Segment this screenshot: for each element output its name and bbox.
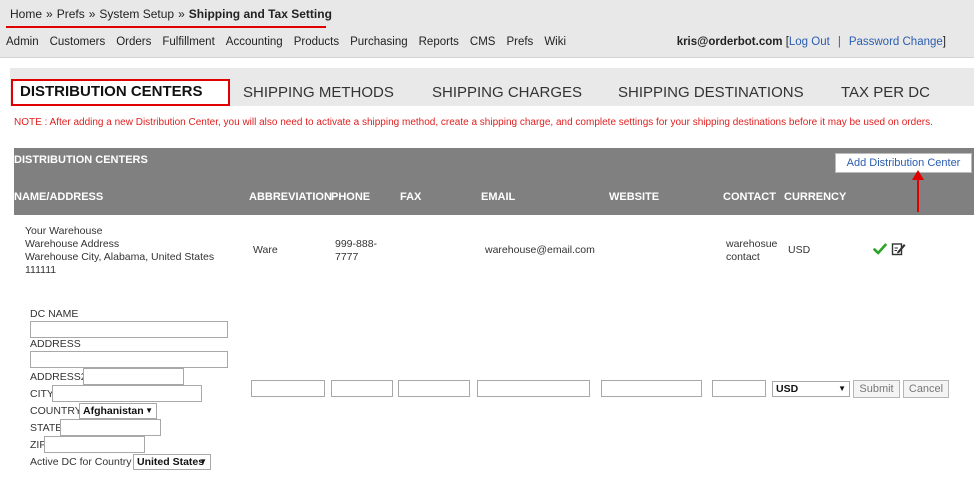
breadcrumb-current: Shipping and Tax Setting xyxy=(188,7,332,21)
cancel-button[interactable]: Cancel xyxy=(903,380,949,398)
dc-name: Your Warehouse xyxy=(25,225,103,237)
column-header-fax: FAX xyxy=(400,191,422,203)
breadcrumb-prefs[interactable]: Prefs xyxy=(57,7,85,21)
dc-city-line: Warehouse City, Alabama, United States xyxy=(25,251,215,263)
country-select[interactable]: Afghanistan ▼ xyxy=(79,403,157,419)
active-dc-label: Active DC for Country xyxy=(30,456,132,468)
top-bar: Home » Prefs » System Setup » Shipping a… xyxy=(0,0,974,58)
tab-distribution-centers[interactable]: DISTRIBUTION CENTERS xyxy=(20,83,203,100)
nav-item-purchasing[interactable]: Purchasing xyxy=(350,36,408,48)
tab-tax-per-dc[interactable]: TAX PER DC xyxy=(841,84,930,101)
dc-contact: warehosue contact xyxy=(726,238,778,263)
submit-button[interactable]: Submit xyxy=(853,380,900,398)
column-header-email: EMAIL xyxy=(481,191,516,203)
currency-select-value: USD xyxy=(776,383,799,395)
address2-label: ADDRESS2 xyxy=(30,371,87,383)
currency-select[interactable]: USD ▼ xyxy=(772,381,850,397)
column-header-name-address: NAME/ADDRESS xyxy=(14,191,104,203)
nav-item-fulfillment[interactable]: Fulfillment xyxy=(162,36,214,48)
nav-item-cms[interactable]: CMS xyxy=(470,36,496,48)
tab-shipping-charges[interactable]: SHIPPING CHARGES xyxy=(432,84,582,101)
zip-input[interactable] xyxy=(44,436,145,453)
user-separator: | xyxy=(837,36,841,48)
address2-input[interactable] xyxy=(83,368,184,385)
breadcrumb-system-setup[interactable]: System Setup xyxy=(99,7,174,21)
dc-currency: USD xyxy=(788,244,811,256)
active-dc-country-select[interactable]: United States ▼ xyxy=(133,454,211,470)
column-header-website: WEBSITE xyxy=(609,191,660,203)
dropdown-arrow-icon: ▼ xyxy=(838,384,846,393)
column-header-currency: CURRENCY xyxy=(784,191,847,203)
breadcrumb-separator: » xyxy=(88,7,96,21)
city-label: CITY xyxy=(30,388,54,400)
bracket-close: ] xyxy=(942,36,946,48)
tab-shipping-methods[interactable]: SHIPPING METHODS xyxy=(243,84,394,101)
column-header-abbreviation: ABBREVIATION xyxy=(249,191,332,203)
dc-name-label: DC NAME xyxy=(30,308,79,320)
state-label: STATE xyxy=(30,422,63,434)
annotation-arrow-head xyxy=(912,170,924,180)
check-icon[interactable] xyxy=(873,242,887,256)
nav-item-customers[interactable]: Customers xyxy=(50,36,106,48)
dropdown-arrow-icon: ▼ xyxy=(199,457,207,466)
dc-phone: 999-888-7777 xyxy=(335,238,378,263)
dc-email: warehouse@email.com xyxy=(485,244,595,256)
nav-item-products[interactable]: Products xyxy=(294,36,339,48)
breadcrumb-separator: » xyxy=(46,7,53,21)
website-input[interactable] xyxy=(601,380,702,397)
email-input[interactable] xyxy=(477,380,590,397)
user-email: kris@orderbot.com xyxy=(676,36,783,48)
phone-input[interactable] xyxy=(331,380,393,397)
main-nav: Admin Customers Orders Fulfillment Accou… xyxy=(6,36,577,48)
add-distribution-center-button[interactable]: Add Distribution Center xyxy=(835,153,972,173)
contact-input[interactable] xyxy=(712,380,766,397)
nav-item-accounting[interactable]: Accounting xyxy=(226,36,283,48)
annotation-underline xyxy=(6,26,326,28)
nav-item-prefs[interactable]: Prefs xyxy=(506,36,533,48)
breadcrumb: Home » Prefs » System Setup » Shipping a… xyxy=(10,7,332,21)
active-dc-select-value: United States xyxy=(137,456,205,468)
state-input[interactable] xyxy=(60,419,161,436)
nav-item-orders[interactable]: Orders xyxy=(116,36,151,48)
nav-item-wiki[interactable]: Wiki xyxy=(544,36,566,48)
password-change-link[interactable]: Password Change xyxy=(849,36,943,48)
address-input[interactable] xyxy=(30,351,228,368)
breadcrumb-separator: » xyxy=(178,7,185,21)
country-select-value: Afghanistan xyxy=(83,405,144,417)
tab-shipping-destinations[interactable]: SHIPPING DESTINATIONS xyxy=(618,84,804,101)
dc-address: Warehouse Address xyxy=(25,238,120,250)
user-box: kris@orderbot.com [Log Out | Password Chan… xyxy=(677,36,946,48)
dc-abbreviation: Ware xyxy=(253,244,278,256)
breadcrumb-home[interactable]: Home xyxy=(10,7,42,21)
logout-link[interactable]: Log Out xyxy=(789,36,830,48)
table-title: DISTRIBUTION CENTERS xyxy=(14,154,148,166)
setup-note: NOTE : After adding a new Distribution C… xyxy=(14,117,933,128)
column-header-contact: CONTACT xyxy=(723,191,776,203)
country-label: COUNTRY xyxy=(30,405,82,417)
address-label: ADDRESS xyxy=(30,338,81,350)
fax-input[interactable] xyxy=(398,380,470,397)
edit-icon[interactable] xyxy=(891,241,906,256)
dropdown-arrow-icon: ▼ xyxy=(145,406,153,415)
nav-item-reports[interactable]: Reports xyxy=(419,36,459,48)
abbreviation-input[interactable] xyxy=(251,380,325,397)
nav-item-admin[interactable]: Admin xyxy=(6,36,39,48)
dc-name-input[interactable] xyxy=(30,321,228,338)
table-row: Your Warehouse Warehouse Address Warehou… xyxy=(25,225,240,277)
city-input[interactable] xyxy=(52,385,202,402)
column-header-phone: PHONE xyxy=(331,191,371,203)
table-header: DISTRIBUTION CENTERS Add Distribution Ce… xyxy=(14,148,974,215)
dc-zip: 111111 xyxy=(25,264,57,276)
